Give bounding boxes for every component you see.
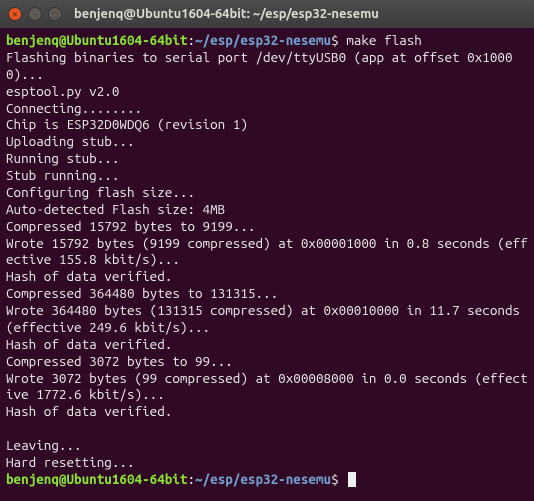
- output-line: Uploading stub...: [6, 133, 135, 149]
- output-line: Leaving...: [6, 437, 82, 453]
- output-line: Auto-detected Flash size: 4MB: [6, 201, 225, 217]
- minimize-icon[interactable]: –: [28, 7, 42, 21]
- terminal-output[interactable]: benjenq@Ubuntu1604-64bit:~/esp/esp32-nes…: [0, 28, 534, 492]
- output-line: Compressed 364480 bytes to 131315...: [6, 285, 278, 301]
- prompt-path: ~/esp/esp32-nesemu: [195, 32, 331, 48]
- cursor-icon: [348, 472, 356, 487]
- output-line: Chip is ESP32D0WDQ6 (revision 1): [6, 116, 248, 132]
- prompt-colon: :: [187, 471, 195, 487]
- output-line: Wrote 15792 bytes (9199 compressed) at 0…: [6, 235, 528, 268]
- prompt-user-host: benjenq@Ubuntu1604-64bit: [6, 32, 187, 48]
- window-titlebar: ✕ – ▢ benjenq@Ubuntu1604-64bit: ~/esp/es…: [0, 0, 534, 28]
- close-icon[interactable]: ✕: [8, 7, 22, 21]
- prompt-user-host: benjenq@Ubuntu1604-64bit: [6, 471, 187, 487]
- output-line: Compressed 15792 bytes to 9199...: [6, 218, 255, 234]
- prompt-path: ~/esp/esp32-nesemu: [195, 471, 331, 487]
- output-line: esptool.py v2.0: [6, 83, 119, 99]
- prompt-dollar: $: [331, 471, 339, 487]
- output-line: Configuring flash size...: [6, 184, 195, 200]
- output-line: Hash of data verified.: [6, 336, 172, 352]
- prompt-colon: :: [187, 32, 195, 48]
- output-line: Running stub...: [6, 150, 119, 166]
- output-line: Wrote 364480 bytes (131315 compressed) a…: [6, 302, 528, 335]
- maximize-icon[interactable]: ▢: [48, 7, 62, 21]
- output-line: Flashing binaries to serial port /dev/tt…: [6, 49, 513, 82]
- window-title: benjenq@Ubuntu1604-64bit: ~/esp/esp32-ne…: [74, 6, 379, 22]
- prompt-dollar: $: [331, 32, 339, 48]
- output-line: Stub running...: [6, 167, 119, 183]
- output-line: Hash of data verified.: [6, 268, 172, 284]
- output-line: Connecting........: [6, 100, 142, 116]
- output-line: Hash of data verified.: [6, 403, 172, 419]
- command-text: make flash: [346, 32, 422, 48]
- output-line: Hard resetting...: [6, 454, 135, 470]
- output-line: Wrote 3072 bytes (99 compressed) at 0x00…: [6, 370, 528, 403]
- output-line: Compressed 3072 bytes to 99...: [6, 353, 233, 369]
